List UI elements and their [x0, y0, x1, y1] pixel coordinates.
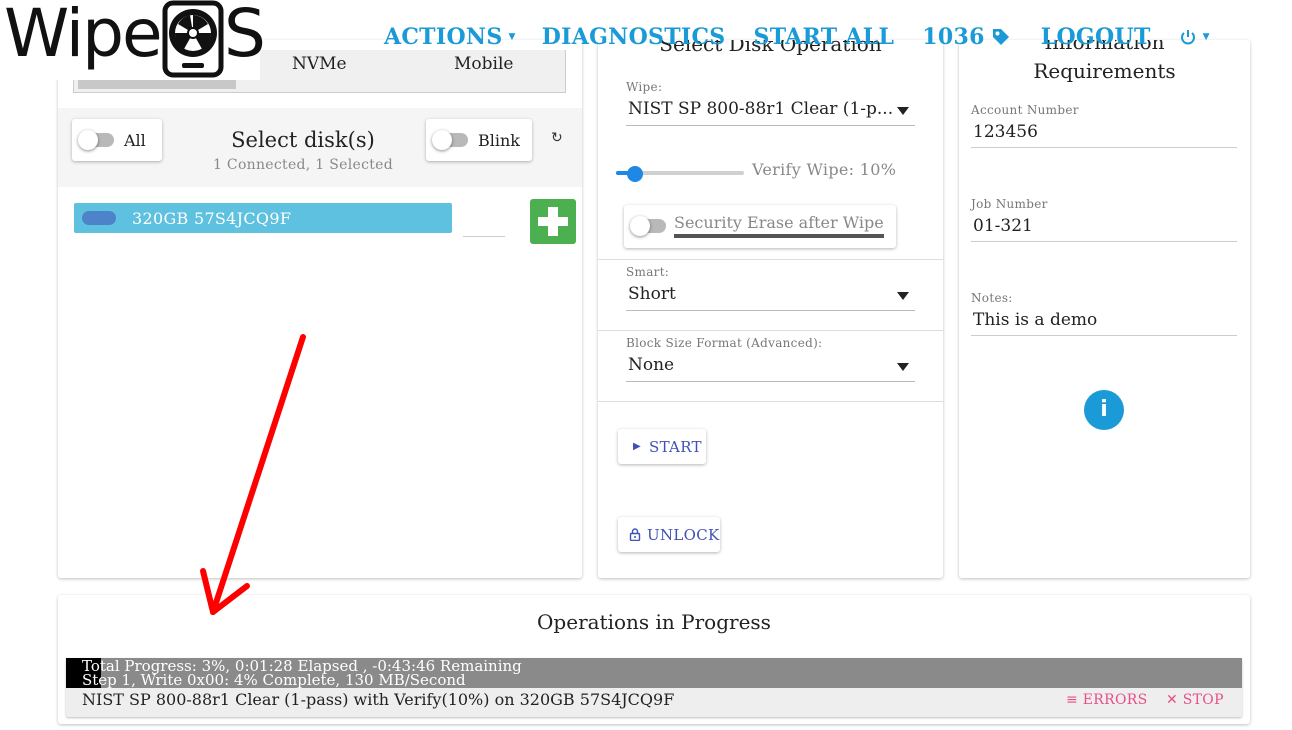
blink-toggle[interactable] — [432, 130, 468, 150]
dropdown-arrow-icon — [897, 363, 909, 371]
disk-count-status: 1 Connected, 1 Selected — [212, 157, 394, 173]
divider — [598, 330, 943, 331]
tag-icon — [992, 29, 1009, 45]
tab-nvme[interactable]: NVMe — [292, 54, 347, 74]
start-label: START — [649, 437, 702, 456]
job-number-field[interactable]: 01-321 — [971, 214, 1237, 242]
power-icon — [1180, 30, 1195, 45]
logout-link[interactable]: LOGOUT — [1041, 24, 1151, 50]
smart-label: Smart: — [626, 265, 670, 279]
smart-select[interactable]: Short — [626, 281, 915, 311]
disk-selection-panel: NVMe Mobile All Select disk(s) 1 Connect… — [58, 40, 582, 578]
dropdown-arrow-icon — [897, 292, 909, 300]
unlock-button[interactable]: UNLOCK — [618, 517, 720, 552]
operations-panel: Operations in Progress Total Progress: 3… — [58, 595, 1250, 724]
verify-wipe-label: Verify Wipe: 10% — [752, 160, 897, 179]
operations-title: Operations in Progress — [537, 610, 771, 634]
security-erase-toggle[interactable] — [630, 216, 666, 236]
security-erase-label: Security Erase after Wipe — [674, 213, 884, 238]
all-label: All — [124, 130, 146, 150]
logo-text-prefix: Wipe — [4, 0, 163, 72]
tab-active-indicator[interactable] — [78, 79, 236, 89]
start-all-button[interactable]: START ALL — [754, 24, 895, 50]
disk-select-toolbar: All Select disk(s) 1 Connected, 1 Select… — [58, 108, 582, 187]
refresh-icon[interactable]: ↻ — [551, 130, 563, 146]
wipe-label: Wipe: — [626, 80, 663, 94]
step-progress-text: Step 1, Write 0x00: 4% Complete, 130 MB/… — [82, 671, 466, 689]
divider — [598, 401, 943, 402]
top-navigation: ACTIONS ▼ DIAGNOSTICS START ALL 1036 LOG… — [384, 20, 1210, 54]
progress-bar: Total Progress: 3%, 0:01:28 Elapsed , -0… — [66, 658, 1242, 688]
diagnostics-link[interactable]: DIAGNOSTICS — [542, 24, 726, 50]
caret-down-icon: ▼ — [1202, 32, 1210, 42]
disk-operation-panel: Select Disk Operation Wipe: NIST SP 800-… — [598, 40, 943, 578]
select-disks-title: Select disk(s) — [231, 128, 375, 152]
add-disk-button[interactable] — [530, 199, 576, 244]
security-erase-toggle-button[interactable]: Security Erase after Wipe — [624, 205, 896, 248]
list-icon: ≡ — [1066, 692, 1083, 708]
block-size-value: None — [628, 355, 675, 375]
account-number-field[interactable]: 123456 — [971, 120, 1237, 148]
info-panel-title: Requirements — [1033, 59, 1176, 83]
smart-value: Short — [628, 284, 676, 304]
job-number-label: Job Number — [971, 197, 1048, 211]
divider — [598, 259, 943, 260]
lock-icon — [629, 528, 641, 541]
verify-slider-thumb[interactable] — [627, 166, 643, 182]
start-button[interactable]: ▶ START — [618, 429, 706, 464]
disk-input-underline — [463, 236, 505, 237]
wipe-method-value: NIST SP 800-88r1 Clear (1-p... — [628, 99, 894, 119]
errors-button[interactable]: ≡ ERRORS — [1066, 692, 1148, 708]
disk-list-item[interactable]: 320GB 57S4JCQ9F — [74, 203, 452, 233]
block-size-label: Block Size Format (Advanced): — [626, 336, 823, 350]
block-size-select[interactable]: None — [626, 352, 915, 382]
stop-button[interactable]: ✕ STOP — [1166, 692, 1224, 708]
notes-label: Notes: — [971, 291, 1013, 305]
power-menu[interactable]: ▼ — [1179, 28, 1210, 46]
account-number-label: Account Number — [971, 103, 1079, 117]
notes-field[interactable]: This is a demo — [971, 308, 1237, 336]
operation-item: Total Progress: 3%, 0:01:28 Elapsed , -0… — [66, 658, 1242, 717]
unlock-label: UNLOCK — [647, 525, 720, 544]
license-count-link[interactable]: 1036 — [922, 24, 1010, 50]
license-count: 1036 — [922, 24, 985, 50]
caret-down-icon: ▼ — [508, 32, 516, 42]
disk-label: 320GB 57S4JCQ9F — [132, 208, 292, 228]
disk-logo-icon — [162, 0, 224, 78]
blink-label: Blink — [478, 130, 520, 150]
logo-text-suffix: S — [224, 0, 266, 72]
select-all-toggle-button[interactable]: All — [72, 119, 162, 161]
info-icon[interactable]: i — [1084, 390, 1124, 430]
play-icon: ▶ — [633, 441, 641, 452]
actions-menu[interactable]: ACTIONS ▼ — [384, 24, 516, 50]
wipe-method-select[interactable]: NIST SP 800-88r1 Clear (1-p... — [626, 96, 915, 126]
information-panel: Information Requirements Account Number … — [959, 40, 1250, 578]
blink-toggle-button[interactable]: Blink — [426, 119, 532, 161]
all-toggle[interactable] — [78, 130, 114, 150]
tab-mobile[interactable]: Mobile — [454, 54, 513, 74]
stop-label: STOP — [1182, 692, 1224, 708]
job-number-value: 01-321 — [973, 216, 1033, 236]
wipeos-logo: Wipe S — [2, 0, 266, 80]
notes-value: This is a demo — [973, 310, 1098, 330]
disk-select-toggle[interactable] — [82, 211, 116, 225]
dropdown-arrow-icon — [897, 107, 909, 115]
close-icon: ✕ — [1166, 692, 1183, 708]
actions-label: ACTIONS — [384, 24, 503, 50]
account-number-value: 123456 — [973, 122, 1038, 142]
errors-label: ERRORS — [1082, 692, 1148, 708]
operation-description: NIST SP 800-88r1 Clear (1-pass) with Ver… — [82, 690, 675, 709]
